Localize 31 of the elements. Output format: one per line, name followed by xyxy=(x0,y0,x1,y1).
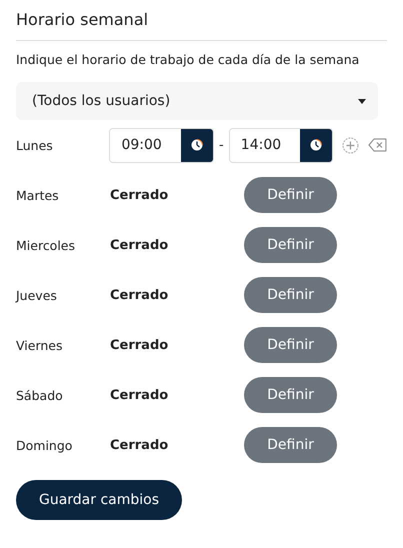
day-label: Lunes xyxy=(16,138,54,152)
define-button[interactable]: Definir xyxy=(244,277,337,313)
add-icon[interactable] xyxy=(342,136,360,154)
time-field[interactable]: 09:00 xyxy=(109,128,214,162)
description-text: Indique el horario de trabajo de cada día de la semana xyxy=(16,52,360,69)
day-label: Viernes xyxy=(16,338,64,352)
status-text: Cerrado xyxy=(110,438,170,452)
day-label: Jueves xyxy=(16,288,58,302)
section-title: Horario semanal xyxy=(16,9,150,31)
clock-icon xyxy=(190,139,203,151)
backspace-icon[interactable] xyxy=(368,138,387,152)
status-text: Cerrado xyxy=(110,388,170,402)
define-button[interactable]: Definir xyxy=(244,227,337,263)
define-button[interactable]: Definir xyxy=(244,427,337,463)
day-label: Miercoles xyxy=(16,238,76,252)
status-text: Cerrado xyxy=(110,288,170,302)
day-label: Domingo xyxy=(16,438,74,452)
status-text: Cerrado xyxy=(110,238,170,252)
save-button[interactable]: Guardar cambios xyxy=(16,480,182,520)
user-select[interactable]: (Todos los usuarios) xyxy=(16,82,378,120)
caret-icon xyxy=(358,98,366,104)
range-separator: - xyxy=(218,138,225,152)
time-field[interactable]: 14:00 xyxy=(228,128,334,162)
day-label: Martes xyxy=(16,188,60,202)
define-button[interactable]: Definir xyxy=(244,177,337,213)
status-text: Cerrado xyxy=(110,338,170,352)
define-button[interactable]: Definir xyxy=(244,327,337,363)
day-label: Sábado xyxy=(16,388,64,402)
define-button[interactable]: Definir xyxy=(244,377,337,413)
status-text: Cerrado xyxy=(110,188,170,202)
clock-icon xyxy=(310,139,322,151)
